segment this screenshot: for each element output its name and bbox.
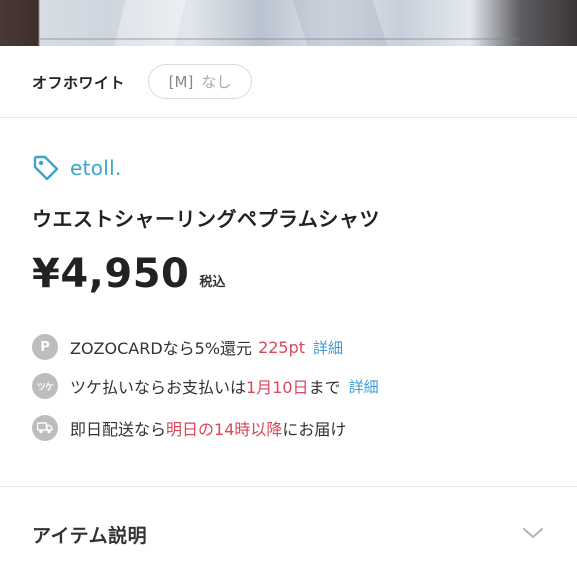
zozocard-perk: P ZOZOCARDなら5%還元 225pt 詳細 (32, 333, 343, 361)
perk-text: 即日配送なら (70, 420, 167, 439)
size-chip[interactable]: [M] なし (148, 64, 252, 99)
image-hem (40, 38, 520, 40)
delivery-perk: 即日配送なら 明日の14時以降 にお届け (32, 414, 346, 442)
item-name: ウエストシャーリングペプラムシャツ (32, 207, 380, 231)
size-code: [M] (168, 72, 194, 91)
perk-text: まで (308, 378, 341, 397)
payment-date: 1月10日 (246, 378, 309, 397)
size-status: なし (201, 73, 232, 91)
zozocard-detail-link[interactable]: 詳細 (313, 337, 343, 358)
color-name: オフホワイト (32, 74, 126, 92)
price: ¥4,950 (32, 251, 190, 297)
tsuke-perk: ツケ ツケ払いならお支払いは 1月10日 まで 詳細 (32, 372, 379, 400)
variant-row: オフホワイト [M] なし (0, 46, 577, 118)
tsuke-icon: ツケ (32, 373, 58, 399)
truck-icon (32, 415, 58, 441)
brand-name: etoll. (70, 156, 122, 180)
perk-text: ツケ払いならお支払いは (70, 378, 247, 397)
price-row: ¥4,950 税込 (32, 252, 225, 296)
points-value: 225pt (258, 337, 306, 357)
tax-label: 税込 (199, 275, 226, 290)
point-icon: P (32, 334, 58, 360)
accordion-title: アイテム説明 (32, 525, 148, 547)
product-image[interactable] (0, 0, 577, 46)
brand-link[interactable]: etoll. (32, 152, 122, 184)
tsuke-detail-link[interactable]: 詳細 (349, 376, 379, 397)
chevron-down-icon[interactable] (522, 525, 544, 539)
perk-text: にお届け (282, 420, 347, 439)
item-description-accordion[interactable]: アイテム説明 (0, 487, 577, 577)
tag-icon (32, 154, 60, 182)
perk-text: ZOZOCARDなら5%還元 (70, 339, 253, 358)
delivery-time: 明日の14時以降 (166, 420, 283, 439)
